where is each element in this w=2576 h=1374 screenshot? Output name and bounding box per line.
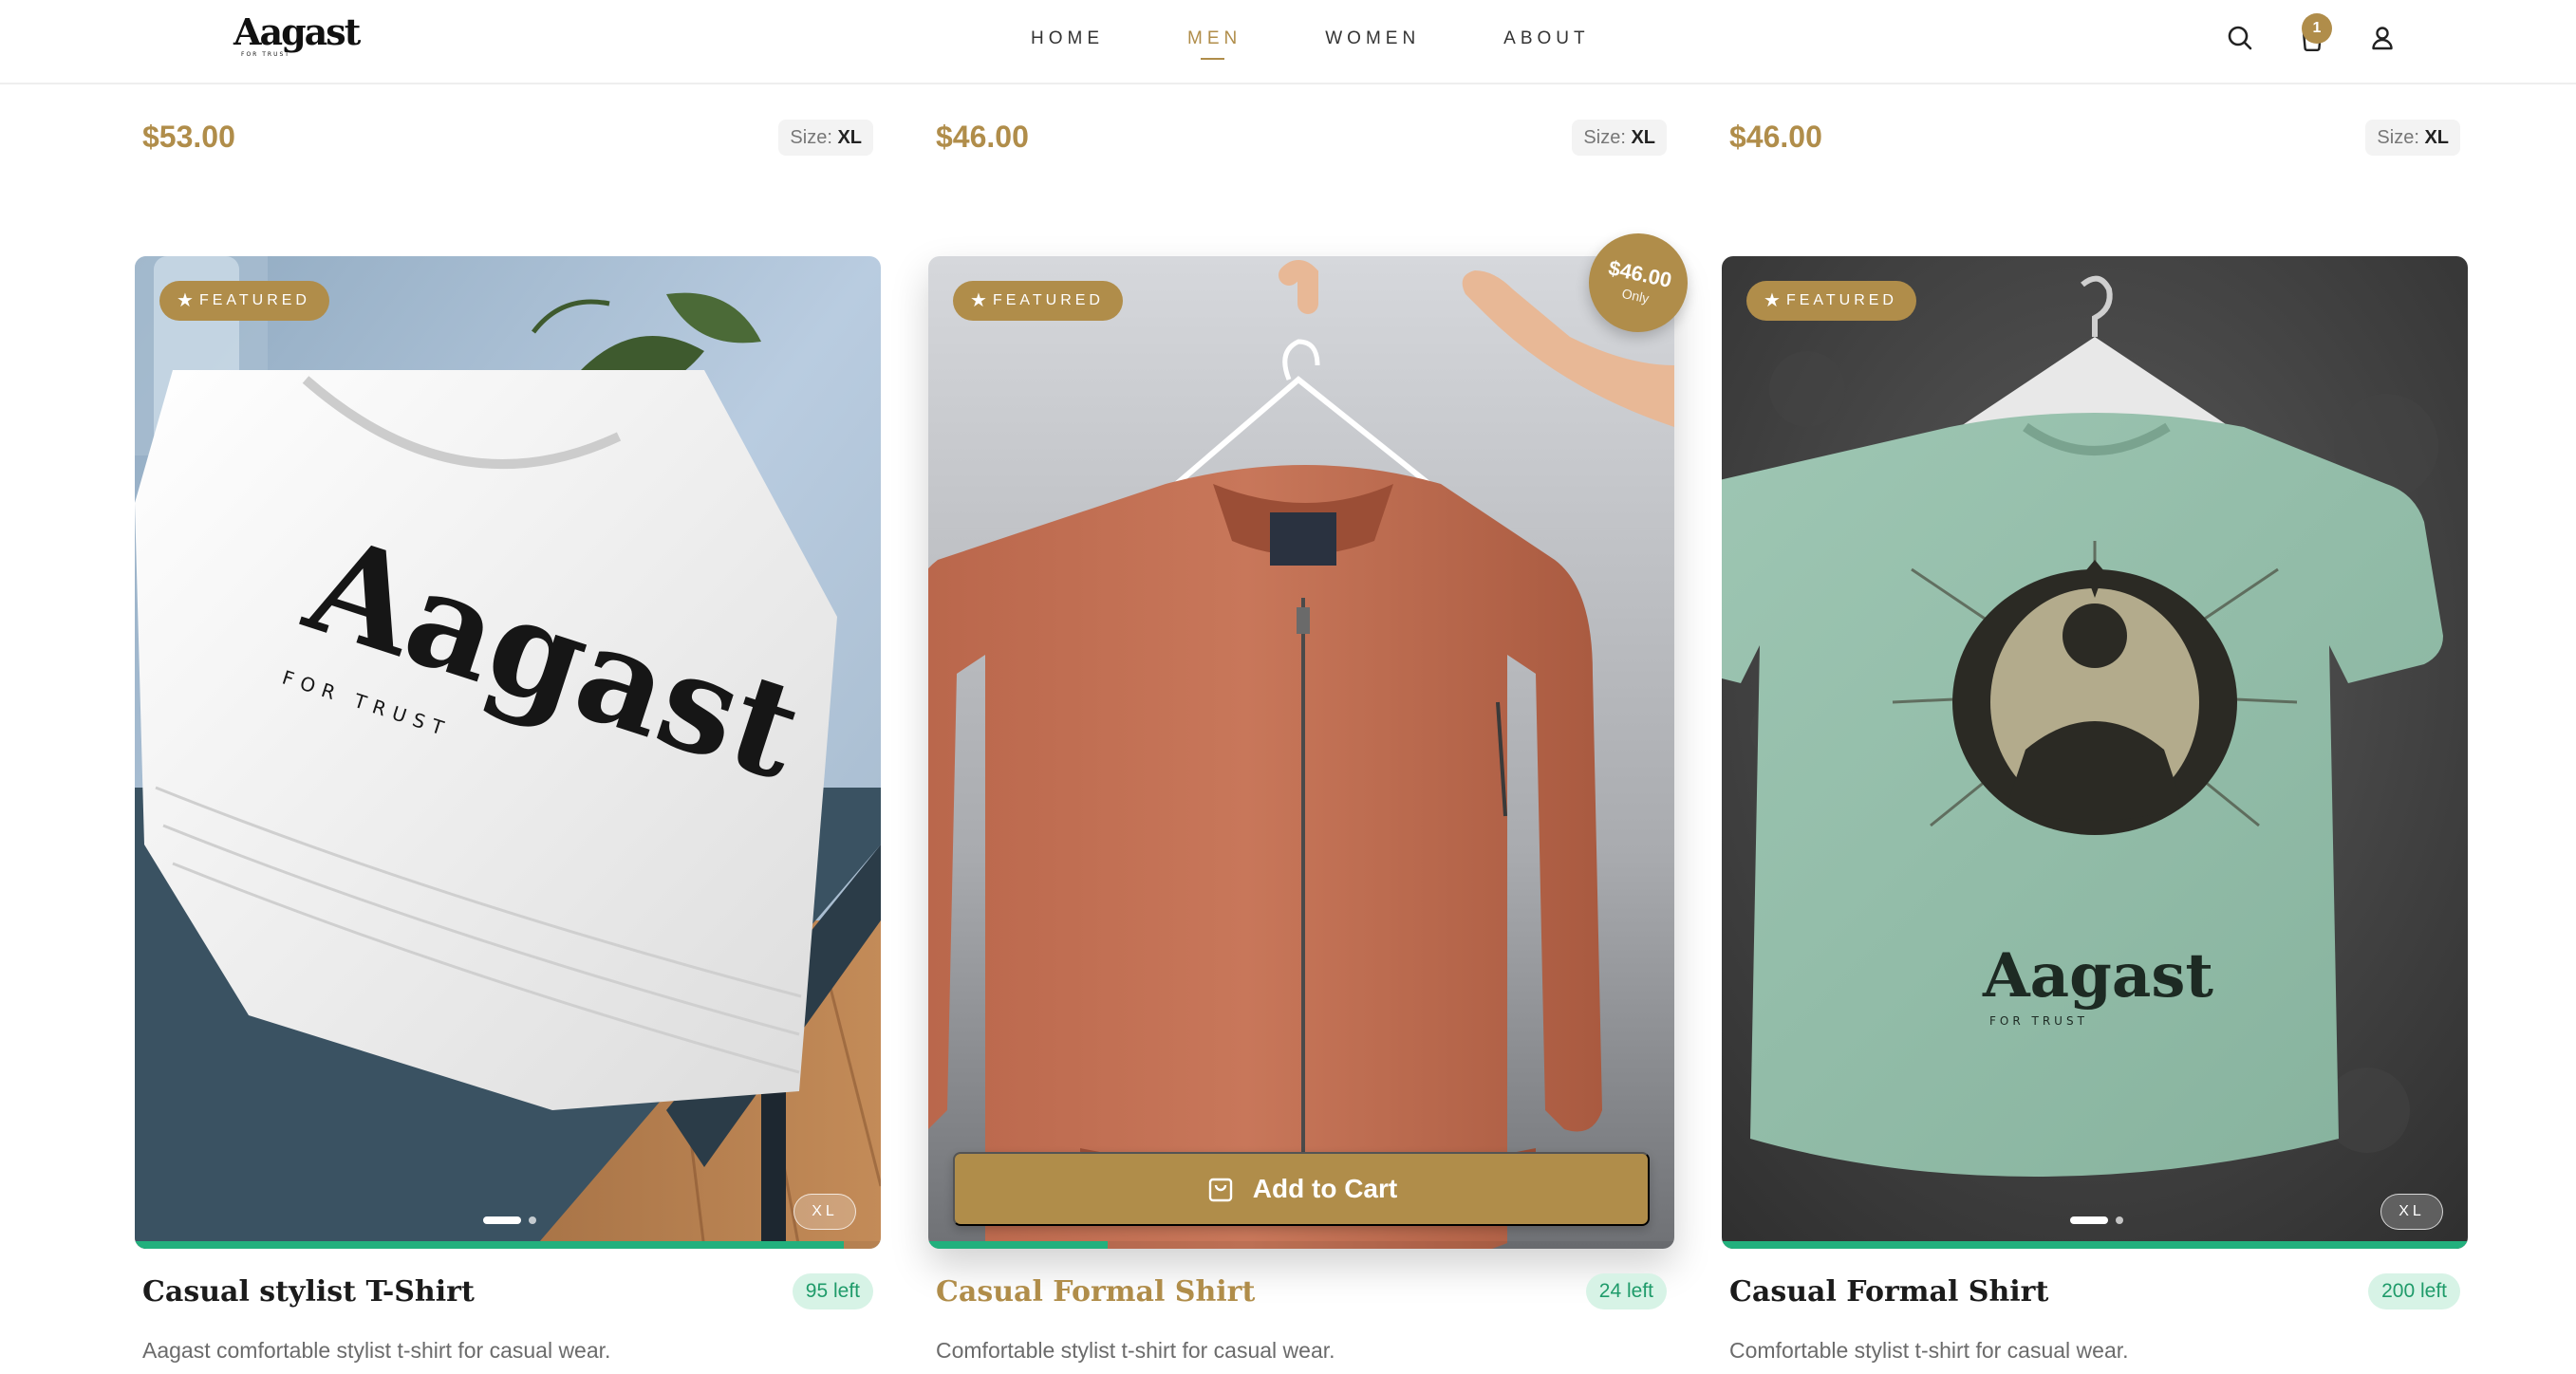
add-to-cart-label: Add to Cart	[1252, 1174, 1398, 1203]
main-menu: HOME MEN WOMEN ABOUT	[1031, 27, 1673, 60]
size-chip-value: XL	[837, 127, 862, 148]
shopping-bag-icon	[1208, 1178, 1232, 1202]
nav-about[interactable]: ABOUT	[1503, 27, 1589, 55]
size-chip-label: Size:	[2377, 127, 2419, 148]
product-price: $53.00	[142, 120, 235, 154]
size-tag: XL	[793, 1194, 856, 1230]
product-price: $46.00	[936, 120, 1029, 154]
prev-product-footer: $46.00 Size: XL	[1722, 112, 2468, 161]
logo-tagline: FOR TRUST	[241, 51, 290, 58]
stock-progress-bar	[135, 1241, 881, 1249]
product-card[interactable]: Aagast FOR TRUST ★ FEATURED XL Casual Fo…	[1722, 256, 2468, 1372]
product-card[interactable]: ★ FEATURED Add to Cart $46.00 Only Casua…	[928, 224, 1697, 1372]
size-chip-label: Size:	[1583, 127, 1626, 148]
size-chip-value: XL	[2424, 127, 2449, 148]
brand-logo[interactable]: Aagast FOR TRUST	[233, 10, 361, 61]
carousel-dot-active[interactable]	[2070, 1216, 2108, 1224]
size-chip-label: Size:	[790, 127, 832, 148]
nav-men[interactable]: MEN	[1187, 27, 1241, 60]
shirt-print-text: Aagast	[1982, 940, 2213, 1012]
logo-wordmark: Aagast	[233, 10, 361, 53]
product-image[interactable]: Aagast FOR TRUST ★ FEATURED XL	[1722, 256, 2468, 1249]
stock-badge: 200 left	[2368, 1273, 2460, 1309]
product-title[interactable]: Casual Formal Shirt	[1729, 1273, 2048, 1311]
product-price: $46.00	[1729, 120, 1822, 154]
featured-label: FEATURED	[1785, 292, 1897, 308]
search-icon[interactable]	[2221, 19, 2259, 57]
product-card[interactable]: Aagast FOR TRUST ★ FEATURED XL Casual st…	[135, 256, 881, 1372]
featured-badge: ★ FEATURED	[953, 281, 1123, 321]
product-description: Aagast comfortable stylist t-shirt for c…	[142, 1338, 611, 1363]
featured-badge: ★ FEATURED	[159, 281, 329, 321]
product-title[interactable]: Casual Formal Shirt	[936, 1273, 1255, 1311]
size-chip: Size: XL	[2365, 120, 2460, 156]
green-tshirt-photo: Aagast FOR TRUST	[1722, 256, 2468, 1249]
image-carousel-dots[interactable]	[2070, 1216, 2127, 1224]
featured-label: FEATURED	[198, 292, 310, 308]
stock-progress-bar	[1722, 1241, 2468, 1249]
nav-home[interactable]: HOME	[1031, 27, 1104, 55]
size-chip: Size: XL	[778, 120, 873, 156]
product-image[interactable]: ★ FEATURED Add to Cart	[928, 256, 1674, 1249]
stock-progress-fill	[1722, 1241, 2468, 1249]
star-icon: ★	[177, 290, 194, 311]
featured-badge: ★ FEATURED	[1746, 281, 1916, 321]
user-icon[interactable]	[2363, 19, 2401, 57]
size-chip-value: XL	[1631, 127, 1655, 148]
star-icon: ★	[970, 290, 987, 311]
stock-progress-bar	[928, 1241, 1674, 1249]
cart-count-badge: 1	[2302, 13, 2332, 44]
product-image[interactable]: Aagast FOR TRUST ★ FEATURED XL	[135, 256, 881, 1249]
carousel-dot[interactable]	[2116, 1216, 2123, 1224]
nav-women[interactable]: WOMEN	[1325, 27, 1420, 55]
folded-tshirt-photo: Aagast FOR TRUST	[135, 256, 881, 1249]
carousel-dot[interactable]	[529, 1216, 536, 1224]
add-to-cart-button[interactable]: Add to Cart	[953, 1152, 1650, 1226]
stock-progress-fill	[135, 1241, 844, 1249]
bomber-jacket-photo	[928, 256, 1674, 1249]
stock-badge: 95 left	[792, 1273, 873, 1309]
image-carousel-dots[interactable]	[483, 1216, 540, 1224]
featured-label: FEATURED	[992, 292, 1104, 308]
top-navbar: Aagast FOR TRUST HOME MEN WOMEN ABOUT 1	[0, 0, 2576, 84]
stock-badge: 24 left	[1585, 1273, 1667, 1309]
star-icon: ★	[1764, 290, 1781, 311]
size-tag: XL	[2380, 1194, 2443, 1230]
shirt-print-tagline: FOR TRUST	[1989, 1014, 2088, 1028]
product-description: Comfortable stylist t-shirt for casual w…	[1729, 1338, 2129, 1363]
product-title[interactable]: Casual stylist T-Shirt	[142, 1273, 475, 1311]
stock-progress-fill	[928, 1241, 1108, 1249]
prev-product-footer: $46.00 Size: XL	[928, 112, 1674, 161]
product-description: Comfortable stylist t-shirt for casual w…	[936, 1338, 1335, 1363]
size-chip: Size: XL	[1572, 120, 1667, 156]
prev-product-footer: $53.00 Size: XL	[135, 112, 881, 161]
carousel-dot-active[interactable]	[483, 1216, 521, 1224]
